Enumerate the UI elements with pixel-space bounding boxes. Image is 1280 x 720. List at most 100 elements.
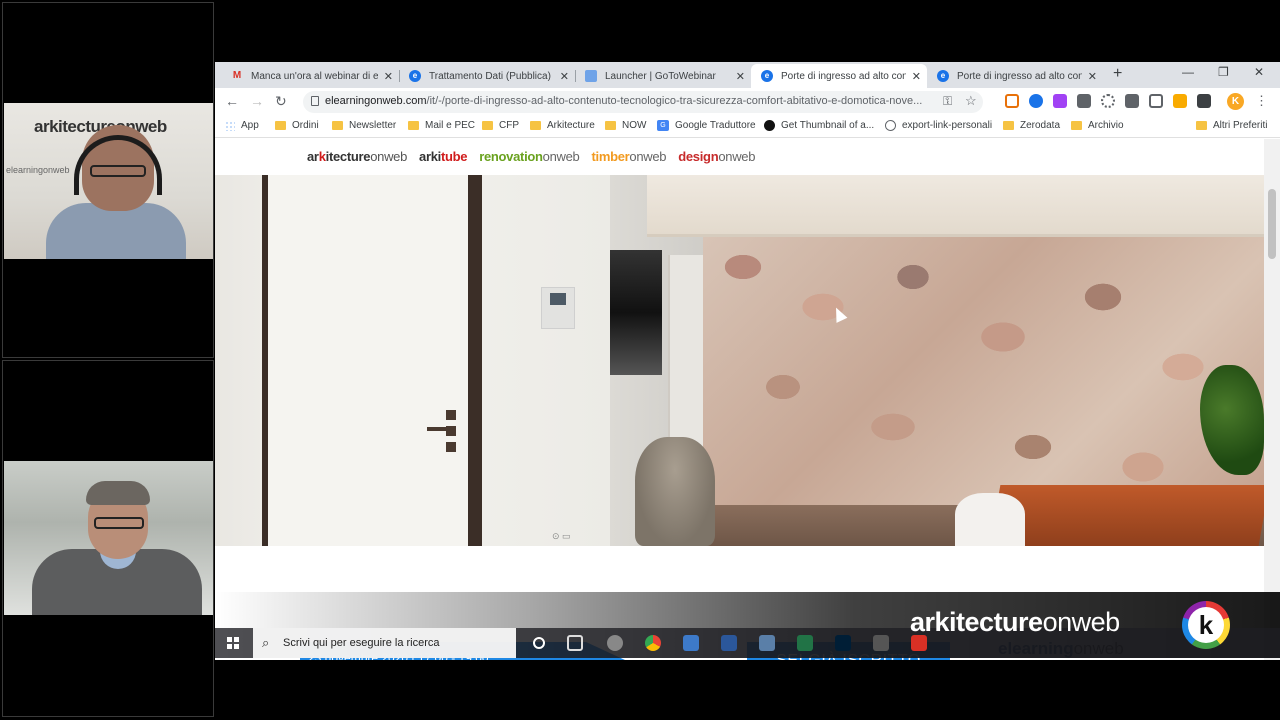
- puzzle-icon[interactable]: [1197, 94, 1211, 108]
- elearning-icon: e: [937, 70, 949, 82]
- tab-title: Trattamento Dati (Pubblica) - e: [429, 70, 554, 82]
- bookmark-newsletter[interactable]: Newsletter: [332, 120, 396, 131]
- windows-start-icon[interactable]: [227, 637, 239, 649]
- taskbar-search[interactable]: ⌕ Scrivi qui per eseguire la ricerca: [253, 628, 516, 658]
- extension-icon[interactable]: [1101, 94, 1115, 108]
- bookmark-get-thumbnail[interactable]: Get Thumbnail of a...: [764, 120, 874, 131]
- gmail-icon: M: [232, 70, 242, 81]
- elearning-icon: e: [409, 70, 421, 82]
- door: [268, 175, 468, 546]
- camera-icon[interactable]: [1125, 94, 1139, 108]
- folder-icon: [482, 121, 493, 130]
- url-text[interactable]: elearningonweb.com/it/-/porte-di-ingress…: [325, 95, 937, 107]
- bookmark-google-traduttore[interactable]: G Google Traduttore: [657, 120, 756, 131]
- bookmark-archivio[interactable]: Archivio: [1071, 120, 1124, 131]
- forward-icon[interactable]: →: [250, 93, 264, 109]
- tab-trattamento[interactable]: e Trattamento Dati (Pubblica) - e ✕: [399, 64, 575, 88]
- menu-icon[interactable]: ⋮: [1255, 93, 1268, 109]
- folder-icon: [275, 121, 286, 130]
- back-icon[interactable]: ←: [225, 93, 239, 109]
- extension-icon[interactable]: [1005, 94, 1019, 108]
- excel-icon[interactable]: [797, 635, 813, 651]
- photoshop-icon[interactable]: [835, 635, 851, 651]
- scroll-thumb[interactable]: [1268, 189, 1276, 259]
- bookmark-cfp[interactable]: CFP: [482, 120, 519, 131]
- folder-icon: [1196, 121, 1207, 130]
- extension-icon[interactable]: [1053, 94, 1067, 108]
- brand-renovationonweb[interactable]: renovationonweb: [479, 149, 580, 164]
- restore-icon[interactable]: ❐: [1218, 65, 1229, 79]
- close-icon[interactable]: ✕: [1088, 70, 1097, 83]
- star-icon[interactable]: ☆: [965, 93, 977, 109]
- app-icon[interactable]: [759, 635, 775, 651]
- profile-avatar[interactable]: K: [1227, 93, 1244, 110]
- speaker-1-body: [46, 203, 186, 259]
- bookmark-app[interactable]: App: [225, 120, 259, 131]
- page-scrollbar[interactable]: [1264, 139, 1280, 660]
- bookmark-ordini[interactable]: Ordini: [275, 120, 319, 131]
- key-icon[interactable]: ⚿: [943, 94, 952, 109]
- webcam-speaker-1: arkitectureonweb elearningonweb: [4, 103, 213, 259]
- tab-porte[interactable]: e Porte di ingresso ad alto conte ✕: [927, 64, 1103, 88]
- mail-icon[interactable]: [1149, 94, 1163, 108]
- bookmark-zerodata[interactable]: Zerodata: [1003, 120, 1060, 131]
- tab-gotowebinar[interactable]: Launcher | GoToWebinar ✕: [575, 64, 751, 88]
- tab-porte-active[interactable]: e Porte di ingresso ad alto conte ✕: [751, 64, 927, 88]
- bookmark-mail-pec[interactable]: Mail e PEC: [408, 120, 475, 131]
- search-icon: ⌕: [262, 635, 270, 650]
- tab-bar: M Manca un'ora al webinar di elea ✕ e Tr…: [215, 62, 1280, 88]
- hero-image: ⊙ ▭: [215, 175, 1264, 546]
- extension-icon[interactable]: [1173, 94, 1187, 108]
- hero-controls-icon[interactable]: ⊙ ▭: [552, 531, 571, 542]
- arkitectureonweb-watermark: arkitectureonweb: [910, 607, 1120, 637]
- brand-arkitectureonweb[interactable]: arkitectureonweb: [307, 149, 407, 164]
- folder-icon: [1003, 121, 1014, 130]
- intercom: [541, 287, 575, 329]
- video-stage: arkitectureonweb elearningonweb M Manca …: [0, 0, 1280, 720]
- close-icon[interactable]: ✕: [384, 70, 393, 83]
- ceiling-beam: [647, 175, 1264, 237]
- tab-title: Launcher | GoToWebinar: [605, 70, 716, 82]
- close-icon[interactable]: ✕: [736, 70, 745, 83]
- statue-bust: [635, 437, 715, 546]
- stone-wall: [703, 237, 1264, 505]
- extension-icon[interactable]: [1077, 94, 1091, 108]
- tab-title: Manca un'ora al webinar di elea: [251, 70, 378, 82]
- folder-icon: [530, 121, 541, 130]
- brand-arkitube[interactable]: arkitube: [419, 149, 467, 164]
- app-icon[interactable]: [873, 635, 889, 651]
- cortana-icon[interactable]: [533, 637, 545, 649]
- wooden-table: [989, 485, 1264, 546]
- close-icon[interactable]: ✕: [560, 70, 569, 83]
- close-window-icon[interactable]: ✕: [1254, 65, 1264, 79]
- web-page: arkitectureonweb arkitube renovationonwe…: [215, 139, 1280, 660]
- backdrop-text: elearningonweb: [6, 165, 70, 175]
- extension-icon[interactable]: [1029, 94, 1043, 108]
- folder-icon: [332, 121, 343, 130]
- chrome-icon[interactable]: [645, 635, 661, 651]
- new-tab-button[interactable]: +: [1113, 65, 1122, 83]
- app-icon[interactable]: [607, 635, 623, 651]
- task-view-icon[interactable]: [567, 635, 583, 651]
- brand-designonweb[interactable]: designonweb: [678, 149, 755, 164]
- brand-timberonweb[interactable]: timberonweb: [591, 149, 666, 164]
- bookmark-export-link[interactable]: export-link-personali: [885, 120, 992, 131]
- word-icon[interactable]: [721, 635, 737, 651]
- minimize-icon[interactable]: —: [1182, 65, 1194, 79]
- address-bar[interactable]: elearningonweb.com/it/-/porte-di-ingress…: [303, 91, 983, 113]
- elearning-icon: e: [761, 70, 773, 82]
- calculator-icon[interactable]: [683, 635, 699, 651]
- bookmark-now[interactable]: NOW: [605, 120, 646, 131]
- browser-toolbar: ← → ↻ elearningonweb.com/it/-/porte-di-i…: [215, 88, 1280, 116]
- glasses-icon: [90, 165, 146, 177]
- github-icon: [764, 120, 775, 131]
- webcam-speaker-2: [4, 461, 213, 615]
- reload-icon[interactable]: ↻: [275, 93, 287, 110]
- windows-taskbar: ⌕ Scrivi qui per eseguire la ricerca: [215, 628, 1280, 658]
- bookmark-arkitecture[interactable]: Arkitecture: [530, 120, 595, 131]
- translate-icon: G: [657, 120, 669, 131]
- tab-title: Porte di ingresso ad alto conte: [781, 70, 906, 82]
- bookmark-altri-preferiti[interactable]: Altri Preferiti: [1196, 120, 1267, 131]
- tab-gmail[interactable]: M Manca un'ora al webinar di elea ✕: [221, 64, 399, 88]
- close-icon[interactable]: ✕: [912, 70, 921, 83]
